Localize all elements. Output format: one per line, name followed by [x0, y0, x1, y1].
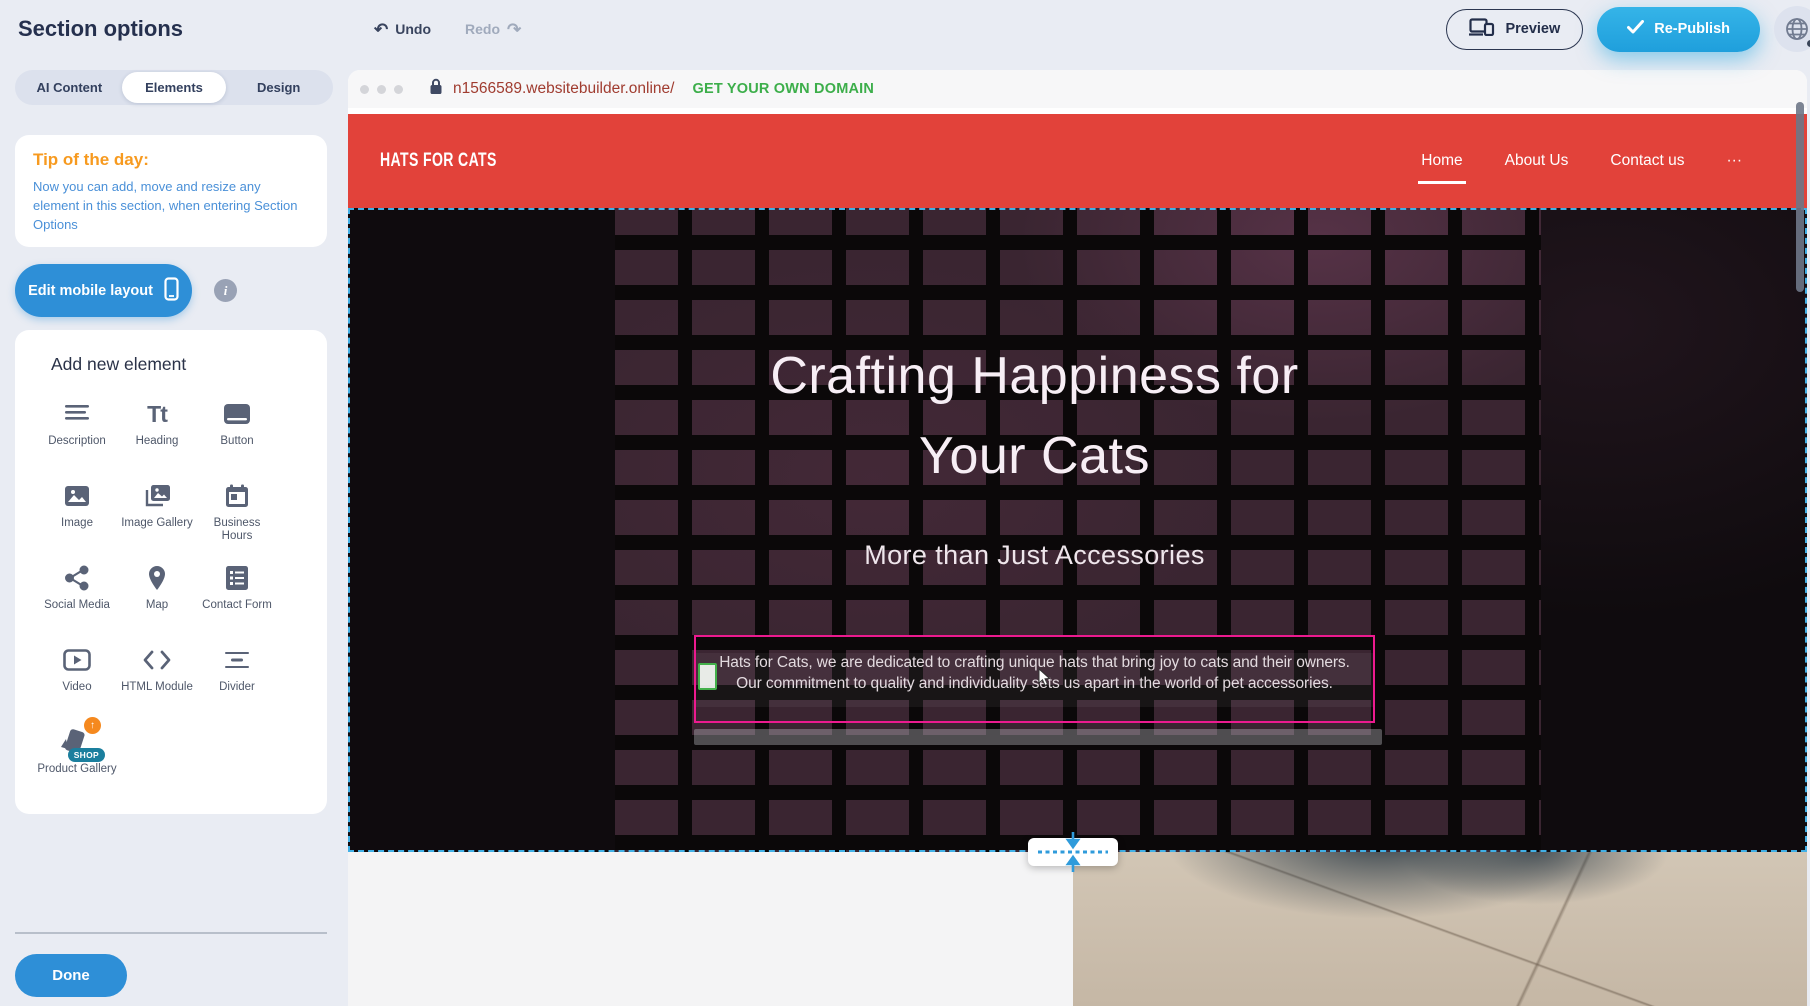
browser-dots	[360, 85, 403, 94]
page-title: Section options	[18, 16, 183, 42]
next-section-blank[interactable]	[348, 852, 1073, 1006]
redo-button[interactable]: Redo ↷	[465, 21, 521, 38]
scrollbar-thumb[interactable]	[1796, 102, 1804, 292]
map-pin-icon	[147, 561, 167, 595]
section-resize-handle[interactable]	[1028, 830, 1118, 874]
undo-button[interactable]: ↶ Undo	[374, 21, 431, 38]
text-lines-icon	[63, 397, 91, 431]
undo-icon: ↶	[374, 21, 388, 38]
browser-frame: n1566589.websitebuilder.online/ GET YOUR…	[348, 70, 1807, 1006]
hero-subheading[interactable]: More than Just Accessories	[348, 540, 1721, 571]
get-domain-link[interactable]: GET YOUR OWN DOMAIN	[692, 81, 874, 97]
element-product-gallery[interactable]: ↑ SHOP Product Gallery	[37, 719, 117, 801]
product-gallery-icon: ↑ SHOP	[55, 725, 99, 759]
element-map[interactable]: Map	[117, 555, 197, 637]
divider-icon	[223, 643, 251, 677]
check-icon	[1627, 20, 1644, 38]
shop-badge: SHOP	[68, 748, 105, 762]
element-description[interactable]: Description	[37, 391, 117, 473]
element-html-module[interactable]: HTML Module	[117, 637, 197, 719]
done-button[interactable]: Done	[15, 954, 127, 997]
element-image-gallery[interactable]: Image Gallery	[117, 473, 197, 555]
next-section-photo[interactable]	[1073, 852, 1807, 1006]
nav-home[interactable]: Home	[1418, 152, 1465, 184]
republish-button[interactable]: Re-Publish	[1597, 7, 1760, 52]
hero-tile-background	[615, 208, 1541, 852]
phone-icon	[164, 277, 179, 305]
add-element-title: Add new element	[51, 354, 327, 375]
button-icon	[223, 397, 251, 431]
edit-mobile-layout-label: Edit mobile layout	[28, 283, 153, 299]
selected-text-element[interactable]: Hats for Cats, we are dedicated to craft…	[694, 635, 1375, 723]
app-root: Section options AI Content Elements Desi…	[0, 0, 1810, 1006]
element-grid: Description Tt Heading Button Ima	[37, 391, 327, 801]
tip-title: Tip of the day:	[33, 150, 309, 170]
hero-paragraph[interactable]: Hats for Cats, we are dedicated to craft…	[706, 652, 1363, 694]
element-video[interactable]: Video	[37, 637, 117, 719]
preview-button[interactable]: Preview	[1446, 9, 1583, 50]
tab-design[interactable]: Design	[226, 72, 331, 103]
sidebar-divider	[15, 932, 327, 934]
element-social-media[interactable]: Social Media	[37, 555, 117, 637]
element-button[interactable]: Button	[197, 391, 277, 473]
code-icon	[142, 643, 172, 677]
calendar-icon	[225, 479, 249, 513]
image-icon	[64, 479, 90, 513]
info-icon[interactable]: i	[214, 279, 237, 302]
devices-icon	[1469, 18, 1495, 40]
element-divider[interactable]: Divider	[197, 637, 277, 719]
redo-icon: ↷	[507, 21, 521, 38]
globe-icon[interactable]	[1774, 6, 1810, 52]
site-logo[interactable]: HATS FOR CATS	[380, 150, 497, 172]
browser-chrome: n1566589.websitebuilder.online/ GET YOUR…	[348, 70, 1807, 108]
sidebar: Section options AI Content Elements Desi…	[0, 0, 348, 1006]
hero-heading[interactable]: Crafting Happiness for Your Cats	[715, 336, 1355, 496]
add-element-panel: Add new element Description Tt Heading	[15, 330, 327, 814]
nav-more[interactable]: ···	[1724, 152, 1746, 184]
url-text[interactable]: n1566589.websitebuilder.online/	[453, 80, 674, 98]
element-contact-form[interactable]: Contact Form	[197, 555, 277, 637]
topbar: ↶ Undo Redo ↷ Preview Re-Publish	[348, 0, 1810, 58]
hero-section[interactable]: Crafting Happiness for Your Cats More th…	[348, 208, 1807, 852]
element-drop-shadow	[694, 729, 1382, 745]
site-nav: Home About Us Contact us ···	[1418, 145, 1745, 177]
contact-form-icon	[225, 561, 249, 595]
element-business-hours[interactable]: Business Hours	[197, 473, 277, 555]
upgrade-arrow-icon: ↑	[84, 717, 101, 734]
tip-card: Tip of the day: Now you can add, move an…	[15, 135, 327, 247]
panel-tabs: AI Content Elements Design	[15, 70, 333, 105]
edit-mobile-layout-button[interactable]: Edit mobile layout	[15, 264, 192, 317]
share-icon	[64, 561, 90, 595]
image-gallery-icon	[143, 479, 171, 513]
tip-body: Now you can add, move and resize any ele…	[33, 178, 309, 235]
site-page: HATS FOR CATS Home About Us Contact us ·…	[348, 108, 1807, 1006]
nav-about-us[interactable]: About Us	[1502, 152, 1572, 184]
video-icon	[63, 643, 91, 677]
element-heading[interactable]: Tt Heading	[117, 391, 197, 473]
tab-elements[interactable]: Elements	[122, 72, 227, 103]
next-sections	[348, 852, 1807, 1006]
site-header: HATS FOR CATS Home About Us Contact us ·…	[348, 114, 1807, 208]
tab-ai-content[interactable]: AI Content	[17, 72, 122, 103]
element-image[interactable]: Image	[37, 473, 117, 555]
nav-contact-us[interactable]: Contact us	[1607, 152, 1687, 184]
lock-icon	[429, 78, 443, 100]
heading-icon: Tt	[147, 397, 167, 431]
